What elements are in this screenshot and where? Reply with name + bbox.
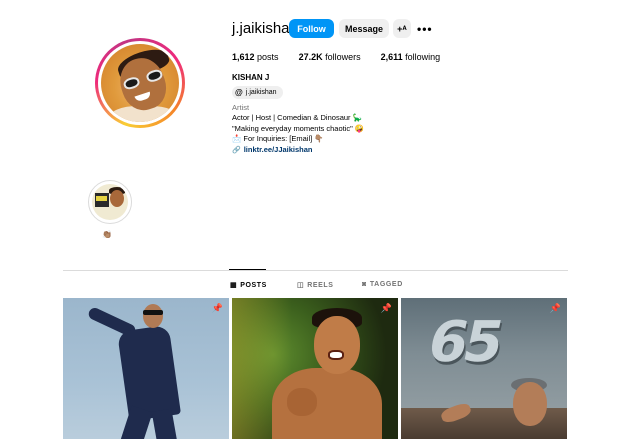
full-name: KISHAN J (232, 73, 270, 82)
link-icon: 🔗 (232, 146, 241, 154)
post-tile[interactable]: 📌 (232, 298, 398, 439)
post-tile[interactable]: 65 📌 (401, 298, 567, 439)
add-person-icon: +ᴬ (397, 23, 407, 34)
active-tab-indicator (229, 269, 266, 270)
more-horizontal-icon: ••• (417, 22, 433, 36)
bio-line: Actor | Host | Comedian & Dinosaur 🦕 (232, 113, 362, 122)
message-button[interactable]: Message (339, 19, 389, 38)
bio-line: 📩 For Inquiries: [Email] 👇🏽 (232, 134, 324, 143)
post-overlay-text: 65 (422, 310, 506, 375)
profile-stats: 1,612 posts 27.2K followers 2,611 follow… (232, 52, 460, 62)
threads-badge[interactable]: @ j.jaikishan (232, 86, 283, 99)
highlight-cover (92, 184, 128, 220)
bio-link[interactable]: 🔗 linktr.ee/JJaikishan (232, 145, 364, 157)
bio-line: "Making everyday moments chaotic" 🤪 (232, 123, 365, 133)
threads-icon: @ (235, 88, 243, 97)
pinned-icon: 📌 (211, 303, 223, 313)
username: j.jaikishan (232, 20, 298, 37)
grid-icon: ▦ (230, 282, 238, 289)
more-options-button[interactable]: ••• (417, 22, 433, 36)
tab-posts[interactable]: ▦ POSTS (230, 281, 267, 290)
profile-avatar[interactable] (95, 38, 185, 128)
followers-link[interactable]: 27.2K followers (299, 52, 361, 62)
following-link[interactable]: 2,611 following (381, 52, 441, 62)
highlight-label: 👏🏽 (102, 230, 112, 239)
profile-category: Artist (232, 103, 250, 112)
suggest-accounts-button[interactable]: +ᴬ (393, 19, 411, 38)
tagged-icon: ◙ (362, 281, 367, 288)
pinned-icon: 📌 (380, 303, 392, 313)
avatar-photo (101, 44, 179, 122)
follow-button[interactable]: Follow (289, 19, 334, 38)
posts-count: 1,612 posts (232, 52, 279, 62)
tabs-divider (63, 270, 568, 271)
tab-reels[interactable]: ◫ REELS (297, 281, 334, 290)
threads-handle: j.jaikishan (245, 89, 277, 96)
tab-tagged[interactable]: ◙ TAGGED (362, 281, 403, 288)
pinned-icon: 📌 (549, 303, 561, 313)
bio: Actor | Host | Comedian & Dinosaur 🦕 "Ma… (232, 113, 364, 156)
post-tile[interactable]: 📌 (63, 298, 229, 439)
story-highlight[interactable] (88, 180, 132, 224)
reels-icon: ◫ (297, 282, 305, 289)
